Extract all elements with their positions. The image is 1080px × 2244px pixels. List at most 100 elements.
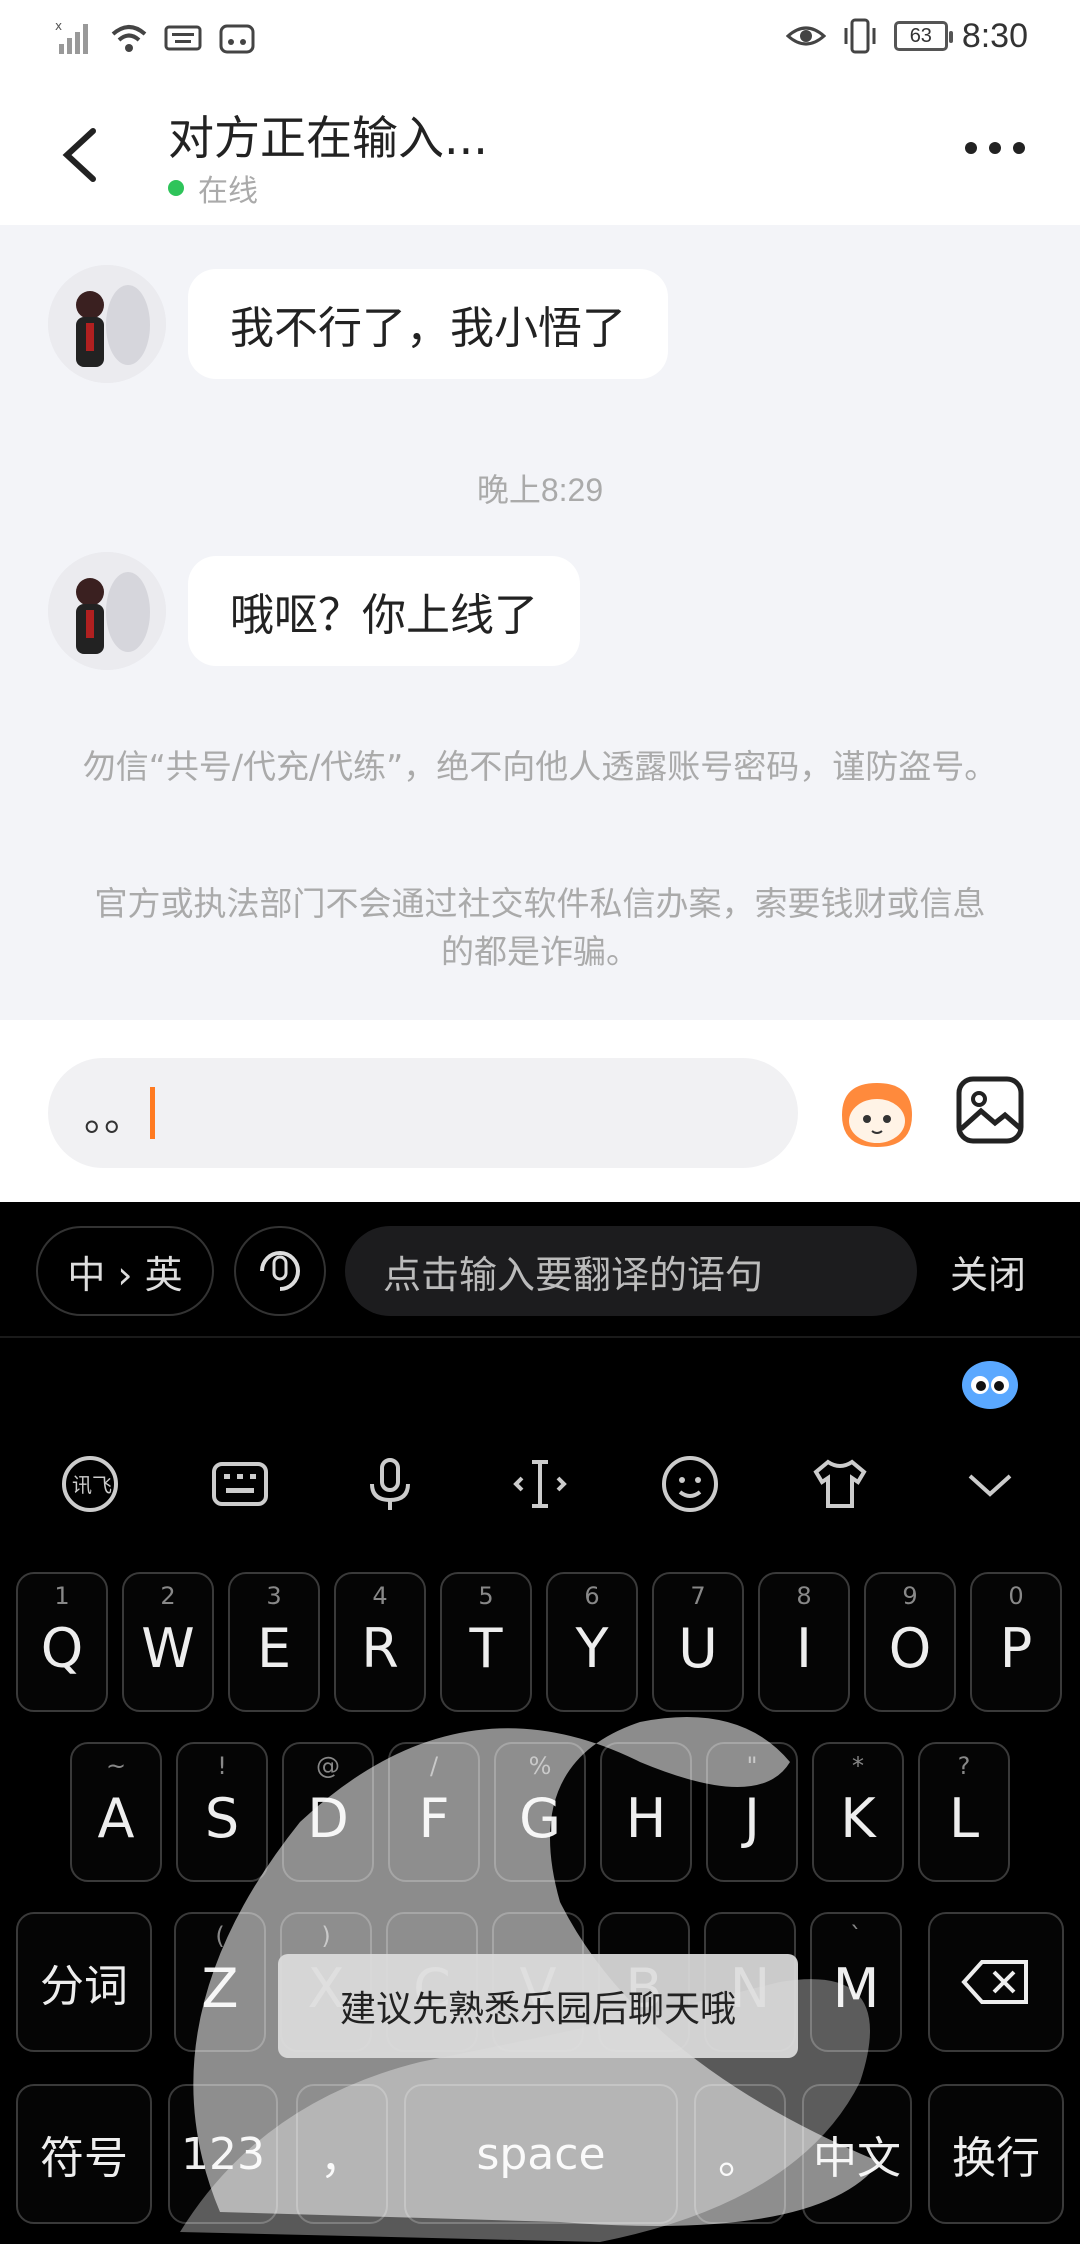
- key-secondary-label: (: [215, 1922, 225, 1950]
- svg-text:x: x: [55, 19, 62, 33]
- key-secondary-label: ": [746, 1752, 758, 1780]
- key-a[interactable]: ~ A: [70, 1742, 162, 1882]
- emoji-icon[interactable]: [658, 1452, 722, 1516]
- avatar[interactable]: [48, 265, 166, 383]
- key-k[interactable]: * K: [812, 1742, 904, 1882]
- key-r[interactable]: 4R: [334, 1572, 426, 1712]
- signal-icon: x: [55, 19, 88, 54]
- chat-header: 对方正在输入... 在线: [0, 80, 1080, 225]
- key-h[interactable]: H: [600, 1742, 692, 1882]
- key-label: F: [418, 1786, 450, 1850]
- key-secondary-label: 2: [160, 1582, 176, 1610]
- language-switch-key[interactable]: 中文: [802, 2084, 912, 2224]
- chat-area: 我不行了，我小悟了 晚上8:29 哦呕？你上线了 勿信“共号/代充/代练”，绝不…: [0, 225, 1080, 1020]
- sticker-mascot-icon[interactable]: [832, 1075, 922, 1155]
- key-u[interactable]: 7U: [652, 1572, 744, 1712]
- key-label: W: [141, 1616, 195, 1680]
- enter-key[interactable]: 换行: [928, 2084, 1064, 2224]
- key-label: E: [256, 1616, 292, 1680]
- key-label: P: [999, 1616, 1033, 1680]
- key-s[interactable]: ! S: [176, 1742, 268, 1882]
- eye-icon: [785, 26, 826, 46]
- key-w[interactable]: 2W: [122, 1572, 214, 1712]
- key-e[interactable]: 3E: [228, 1572, 320, 1712]
- key-label: Z: [201, 1956, 239, 2020]
- key-label: 符号: [40, 2133, 128, 2184]
- avatar[interactable]: [48, 552, 166, 670]
- period-key[interactable]: 。: [694, 2084, 786, 2224]
- key-y[interactable]: 6Y: [546, 1572, 638, 1712]
- key-label: 换行: [952, 2133, 1040, 2184]
- chevron-down-icon[interactable]: [958, 1452, 1022, 1516]
- key-label: S: [204, 1786, 240, 1850]
- keyboard: 中 › 英 点击输入要翻译的语句 关闭 讯飞 1Q2W3E4R5T6Y7U8I9…: [0, 1202, 1080, 2244]
- key-label: 123: [181, 2128, 265, 2180]
- symbols-key[interactable]: 符号: [16, 2084, 152, 2224]
- key-z[interactable]: (Z: [174, 1912, 266, 2052]
- voice-translate-button[interactable]: [234, 1226, 326, 1316]
- key-f[interactable]: / F: [388, 1742, 480, 1882]
- key-g[interactable]: % G: [494, 1742, 586, 1882]
- microphone-icon[interactable]: [358, 1452, 422, 1516]
- backspace-icon: [961, 1960, 1028, 2004]
- online-status: 在线: [168, 166, 258, 210]
- more-options-button[interactable]: [965, 142, 1025, 154]
- key-label: D: [307, 1786, 349, 1850]
- assistant-bird-icon[interactable]: [960, 1355, 1020, 1411]
- fenci-key[interactable]: 分词: [16, 1912, 152, 2052]
- svg-text:讯飞: 讯飞: [72, 1473, 112, 1497]
- key-label: K: [840, 1786, 876, 1850]
- key-secondary-label: 4: [372, 1582, 388, 1610]
- key-label: I: [796, 1616, 812, 1680]
- translate-input[interactable]: 点击输入要翻译的语句: [345, 1226, 917, 1316]
- online-status-label: 在线: [198, 174, 258, 209]
- key-secondary-label: 3: [266, 1582, 282, 1610]
- key-q[interactable]: 1Q: [16, 1572, 108, 1712]
- message-row: 哦呕？你上线了: [48, 552, 580, 670]
- vibrate-icon: [844, 18, 876, 54]
- key-secondary-label: 0: [1008, 1582, 1024, 1610]
- key-label: T: [469, 1616, 503, 1680]
- fraud-notice: 官方或执法部门不会通过社交软件私信办案，索要钱财或信息的都是诈骗。: [94, 884, 986, 971]
- key-label: 。: [718, 2133, 762, 2184]
- key-i[interactable]: 8I: [758, 1572, 850, 1712]
- message-input[interactable]: 。。: [48, 1058, 798, 1168]
- key-label: A: [97, 1786, 135, 1850]
- translate-direction-button[interactable]: 中 › 英: [36, 1226, 214, 1316]
- security-notice: 勿信“共号/代充/代练”，绝不向他人透露账号密码，谨防盗号。: [82, 747, 998, 786]
- back-arrow-icon[interactable]: [55, 125, 105, 185]
- comma-key[interactable]: ，: [296, 2084, 388, 2224]
- key-t[interactable]: 5T: [440, 1572, 532, 1712]
- key-j[interactable]: " J: [706, 1742, 798, 1882]
- cursor-move-icon[interactable]: [508, 1452, 572, 1516]
- keyboard-layout-icon[interactable]: [208, 1452, 272, 1516]
- key-secondary-label: /: [429, 1752, 439, 1780]
- image-icon[interactable]: [955, 1075, 1025, 1145]
- key-p[interactable]: 0P: [970, 1572, 1062, 1712]
- key-l[interactable]: ? L: [918, 1742, 1010, 1882]
- more-dot-icon: [965, 142, 977, 154]
- key-d[interactable]: @ D: [282, 1742, 374, 1882]
- key-m[interactable]: ` M: [810, 1912, 902, 2052]
- space-key[interactable]: space: [404, 2084, 678, 2224]
- close-translate-button[interactable]: 关闭: [950, 1226, 1026, 1316]
- more-dot-icon: [1013, 142, 1025, 154]
- key-label: 中文: [813, 2133, 901, 2184]
- toast-message: 建议先熟悉乐园后聊天哦: [278, 1954, 798, 2058]
- key-label: Y: [575, 1616, 609, 1680]
- delete-key[interactable]: [928, 1912, 1064, 2052]
- battery-indicator: 63: [893, 21, 953, 51]
- key-o[interactable]: 9O: [864, 1572, 956, 1712]
- key-secondary-label: ?: [957, 1752, 971, 1780]
- key-label: G: [519, 1786, 561, 1850]
- key-secondary-label: `: [850, 1922, 862, 1950]
- ifly-logo-icon[interactable]: 讯飞: [58, 1452, 122, 1516]
- key-secondary-label: ): [321, 1922, 331, 1950]
- game-status-icon: [219, 24, 255, 54]
- key-label: R: [361, 1616, 399, 1680]
- skin-shirt-icon[interactable]: [808, 1452, 872, 1516]
- online-dot-icon: [168, 180, 184, 196]
- key-label: space: [476, 2128, 606, 2180]
- input-bar: 。。: [0, 1020, 1080, 1202]
- numbers-key[interactable]: 123: [168, 2084, 278, 2224]
